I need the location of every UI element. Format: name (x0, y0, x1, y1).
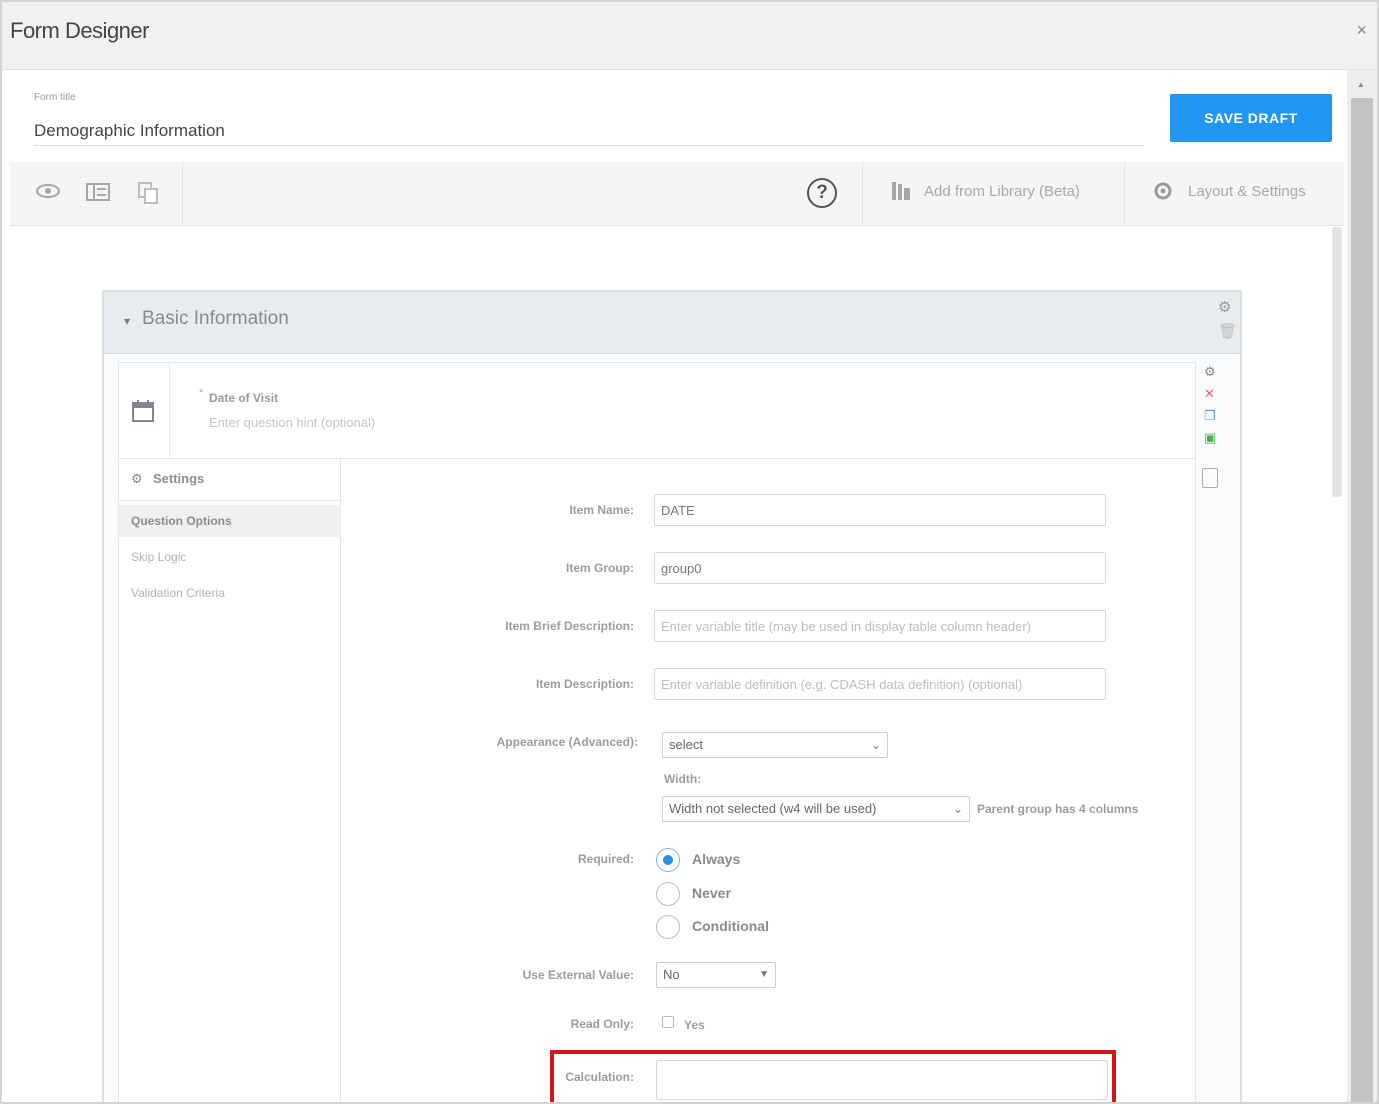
use-external-value-label: Use External Value: (522, 968, 634, 982)
section-gear-icon[interactable]: ⚙ (1218, 298, 1231, 316)
calculation-highlight-box (550, 1050, 1116, 1102)
radio-label: Always (692, 851, 741, 867)
form-header: Form title SAVE DRAFT (10, 72, 1344, 162)
question-label[interactable]: Date of Visit (209, 391, 278, 405)
item-description-input[interactable] (654, 668, 1106, 700)
form-title-label: Form title (34, 92, 76, 103)
radio-label: Conditional (692, 918, 769, 934)
copy-icon[interactable] (138, 182, 158, 210)
settings-sidebar: ⚙ Settings Question Options Skip Logic V… (119, 459, 341, 1102)
question-divider (169, 363, 170, 459)
item-name-label: Item Name: (569, 503, 634, 517)
read-only-label: Read Only: (570, 1017, 634, 1031)
question-date-of-visit[interactable]: * Date of Visit Enter question hint (opt… (118, 362, 1196, 459)
use-external-value-select[interactable]: No ▼ (656, 962, 776, 988)
layout-settings-button[interactable]: Layout & Settings (1188, 183, 1306, 200)
modal-titlebar: Form Designer × (2, 2, 1377, 70)
form-designer-modal: Form Designer × Form title SAVE DRAFT ? … (0, 0, 1379, 1104)
designer-toolbar: ? Add from Library (Beta) Layout & Setti… (10, 162, 1344, 226)
save-draft-button[interactable]: SAVE DRAFT (1170, 94, 1332, 142)
modal-title: Form Designer (10, 18, 149, 43)
toolbar-divider (1124, 162, 1125, 226)
read-only-option-label: Yes (684, 1018, 705, 1032)
toolbar-divider (862, 162, 863, 226)
form-title-input[interactable] (34, 116, 1144, 146)
item-brief-description-input[interactable] (654, 610, 1106, 642)
radio-label: Never (692, 885, 731, 901)
gear-icon[interactable] (1152, 180, 1174, 208)
tab-question-options[interactable]: Question Options (119, 505, 341, 537)
tab-skip-logic[interactable]: Skip Logic (119, 541, 341, 573)
eye-icon[interactable] (36, 182, 60, 206)
required-label: Required: (577, 852, 634, 866)
item-group-label: Item Group: (566, 561, 634, 575)
width-note: Parent group has 4 columns (977, 802, 1139, 816)
appearance-select[interactable]: select ⌄ (662, 732, 888, 758)
item-group-input[interactable] (654, 552, 1106, 584)
use-external-value-value: No (663, 967, 680, 982)
add-question-icon[interactable] (1202, 468, 1218, 488)
toolbar-divider (182, 162, 183, 226)
read-only-checkbox[interactable] (662, 1016, 674, 1028)
appearance-value: select (669, 737, 703, 752)
radio-button[interactable] (656, 848, 680, 872)
section-delete-icon[interactable]: 🗑 (1218, 322, 1237, 340)
close-icon[interactable]: × (1356, 20, 1367, 41)
question-hint-input[interactable]: Enter question hint (optional) (209, 415, 375, 430)
list-icon[interactable] (86, 182, 110, 208)
calendar-icon (131, 399, 155, 429)
radio-button[interactable] (656, 882, 680, 906)
tab-validation-criteria[interactable]: Validation Criteria (119, 577, 341, 609)
width-select[interactable]: Width not selected (w4 will be used) ⌄ (662, 796, 970, 822)
canvas-scrollbar[interactable] (1332, 227, 1342, 497)
scroll-up-arrow-icon[interactable]: ▲ (1357, 80, 1365, 89)
add-from-library-button[interactable]: Add from Library (Beta) (924, 183, 1080, 200)
collapse-toggle-icon[interactable]: ▾ (124, 314, 130, 328)
caret-down-icon: ▼ (759, 969, 769, 980)
settings-header: ⚙ Settings (119, 459, 341, 501)
help-icon[interactable]: ? (807, 178, 837, 208)
appearance-label: Appearance (Advanced): (496, 735, 638, 749)
item-name-input[interactable] (654, 494, 1106, 526)
section-header[interactable]: ▾ Basic Information ⚙ 🗑 (104, 292, 1240, 354)
question-duplicate-icon[interactable]: ❐ (1204, 408, 1216, 424)
question-actions: ⚙ ✕ ❐ ▣ (1198, 362, 1224, 458)
required-mark: * (199, 387, 204, 399)
item-description-label: Item Description: (535, 677, 634, 691)
section-title: Basic Information (142, 308, 289, 329)
width-value: Width not selected (w4 will be used) (669, 801, 877, 816)
settings-gear-icon: ⚙ (131, 471, 143, 486)
question-library-icon[interactable]: ▣ (1204, 430, 1216, 446)
radio-button[interactable] (656, 915, 680, 939)
width-label: Width: (664, 772, 702, 786)
settings-heading: Settings (153, 471, 205, 486)
chevron-down-icon: ⌄ (952, 802, 963, 816)
scroll-thumb[interactable] (1351, 98, 1373, 1102)
question-gear-icon[interactable]: ⚙ (1204, 364, 1216, 380)
chevron-down-icon: ⌄ (870, 738, 881, 752)
library-icon[interactable] (890, 180, 912, 208)
modal-scrollbar[interactable]: ▲ (1347, 70, 1377, 1102)
question-delete-icon[interactable]: ✕ (1204, 386, 1215, 402)
item-brief-description-label: Item Brief Description: (505, 619, 634, 633)
